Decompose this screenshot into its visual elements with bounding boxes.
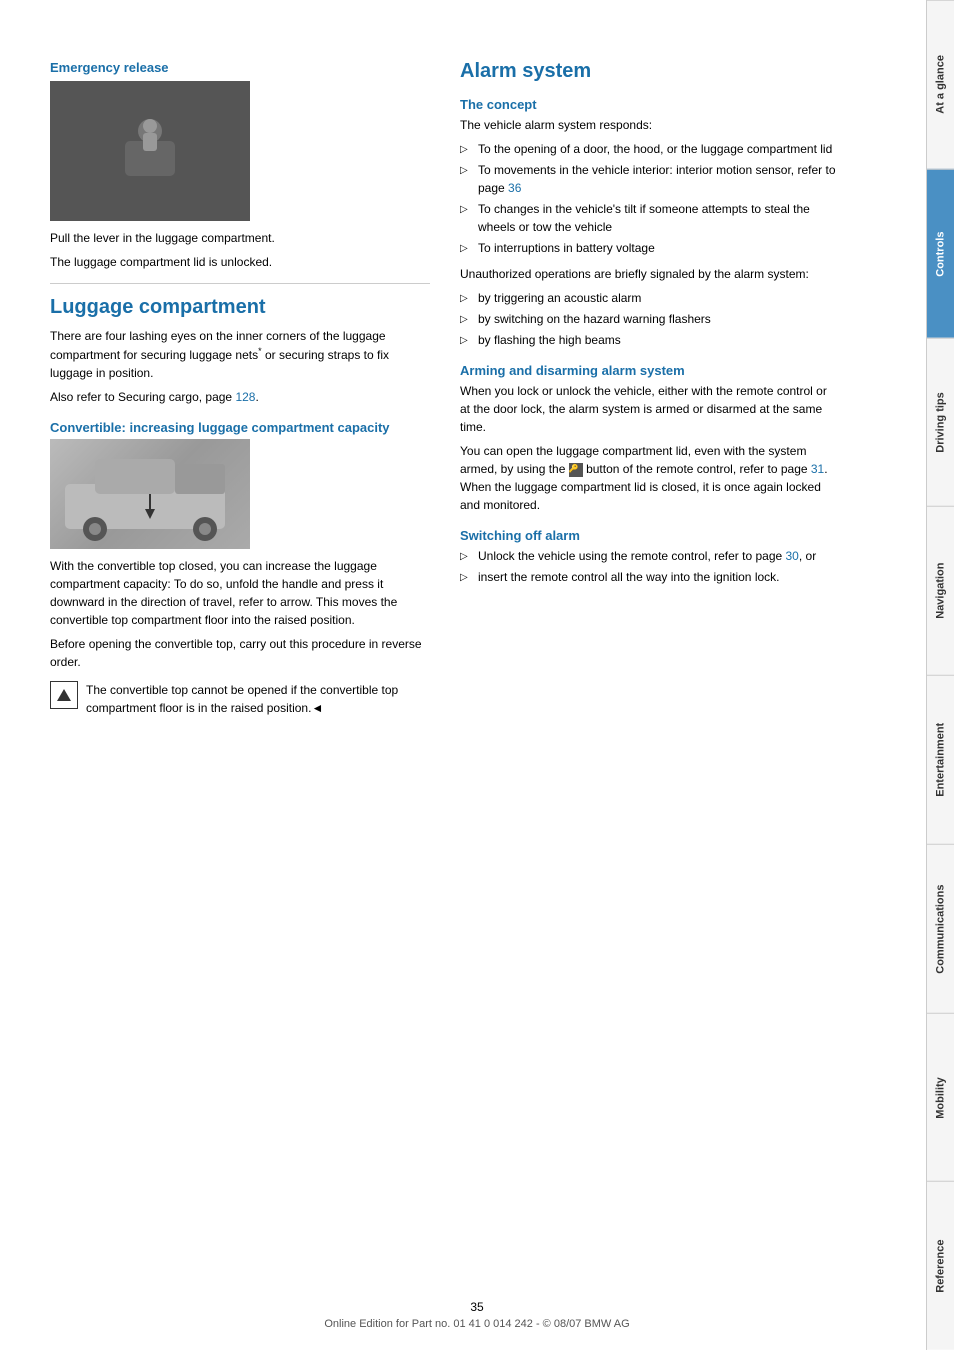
switching-off-bullets: Unlock the vehicle using the remote cont…: [460, 547, 840, 586]
unauthorized-intro: Unauthorized operations are briefly sign…: [460, 265, 840, 283]
switching-off-heading: Switching off alarm: [460, 528, 840, 543]
car-image-content: [50, 439, 250, 549]
arming-desc1: When you lock or unlock the vehicle, eit…: [460, 382, 840, 436]
convertible-desc2: Before opening the convertible top, carr…: [50, 635, 430, 671]
concept-section: The concept The vehicle alarm system res…: [460, 97, 840, 349]
arming-section: Arming and disarming alarm system When y…: [460, 363, 840, 514]
alarm-system-heading: Alarm system: [460, 60, 840, 83]
sidebar-tab-communications[interactable]: Communications: [927, 844, 954, 1013]
bullet-item: by triggering an acoustic alarm: [460, 289, 840, 307]
alarm-system-section: Alarm system The concept The vehicle ala…: [460, 60, 840, 586]
bullet-item: To changes in the vehicle's tilt if some…: [460, 200, 840, 236]
convertible-image: [50, 439, 250, 549]
bullet-item: by switching on the hazard warning flash…: [460, 310, 840, 328]
convertible-heading: Convertible: increasing luggage compartm…: [50, 420, 430, 435]
emergency-desc1: Pull the lever in the luggage compartmen…: [50, 229, 430, 247]
main-content: Emergency release Pull the lever in the …: [0, 0, 926, 1350]
page-container: Emergency release Pull the lever in the …: [0, 0, 954, 1350]
left-column: Emergency release Pull the lever in the …: [50, 60, 430, 1310]
emergency-release-heading: Emergency release: [50, 60, 430, 75]
concept-bullets: To the opening of a door, the hood, or t…: [460, 140, 840, 257]
concept-heading: The concept: [460, 97, 840, 112]
sidebar-tab-driving-tips[interactable]: Driving tips: [927, 338, 954, 507]
emergency-release-section: Emergency release Pull the lever in the …: [50, 60, 430, 271]
remote-control-icon: 🔑: [569, 463, 583, 477]
page-number: 35: [324, 1300, 629, 1314]
footer: 35 Online Edition for Part no. 01 41 0 0…: [324, 1300, 629, 1330]
sidebar-tab-entertainment[interactable]: Entertainment: [927, 675, 954, 844]
page-31-link[interactable]: 31: [811, 462, 824, 476]
sidebar-tab-controls[interactable]: Controls: [927, 169, 954, 338]
sidebar-tab-at-a-glance[interactable]: At a glance: [927, 0, 954, 169]
bullet-item: Unlock the vehicle using the remote cont…: [460, 547, 840, 565]
luggage-also-refer: Also refer to Securing cargo, page 128.: [50, 388, 430, 406]
luggage-desc: There are four lashing eyes on the inner…: [50, 327, 430, 382]
bullet-item: insert the remote control all the way in…: [460, 568, 840, 586]
arming-heading: Arming and disarming alarm system: [460, 363, 840, 378]
luggage-compartment-section: Luggage compartment There are four lashi…: [50, 296, 430, 723]
note-box: The convertible top cannot be opened if …: [50, 681, 430, 723]
convertible-desc: With the convertible top closed, you can…: [50, 557, 430, 629]
right-column: Alarm system The concept The vehicle ala…: [460, 60, 840, 1310]
sidebar-tab-navigation[interactable]: Navigation: [927, 506, 954, 675]
sidebar-tab-reference[interactable]: Reference: [927, 1181, 954, 1350]
emergency-release-image: [50, 81, 250, 221]
superscript: *: [258, 346, 262, 356]
triangle-icon: [57, 689, 71, 701]
copyright-text: Online Edition for Part no. 01 41 0 014 …: [324, 1318, 629, 1330]
luggage-compartment-heading: Luggage compartment: [50, 296, 430, 319]
bullet-item: To the opening of a door, the hood, or t…: [460, 140, 840, 158]
luggage-page-link[interactable]: 128: [235, 390, 255, 404]
switching-off-section: Switching off alarm Unlock the vehicle u…: [460, 528, 840, 586]
note-text: The convertible top cannot be opened if …: [86, 681, 430, 717]
unauthorized-bullets: by triggering an acoustic alarm by switc…: [460, 289, 840, 349]
bullet-item: by flashing the high beams: [460, 331, 840, 349]
sidebar-tab-mobility[interactable]: Mobility: [927, 1013, 954, 1182]
sidebar: At a glance Controls Driving tips Naviga…: [926, 0, 954, 1350]
concept-intro: The vehicle alarm system responds:: [460, 116, 840, 134]
bullet-item: To interruptions in battery voltage: [460, 239, 840, 257]
emergency-desc2: The luggage compartment lid is unlocked.: [50, 253, 430, 271]
arming-desc2: You can open the luggage compartment lid…: [460, 442, 840, 514]
page-30-link[interactable]: 30: [786, 549, 799, 563]
page-36-link[interactable]: 36: [508, 181, 521, 195]
note-icon: [50, 681, 78, 709]
bullet-item: To movements in the vehicle interior: in…: [460, 161, 840, 197]
